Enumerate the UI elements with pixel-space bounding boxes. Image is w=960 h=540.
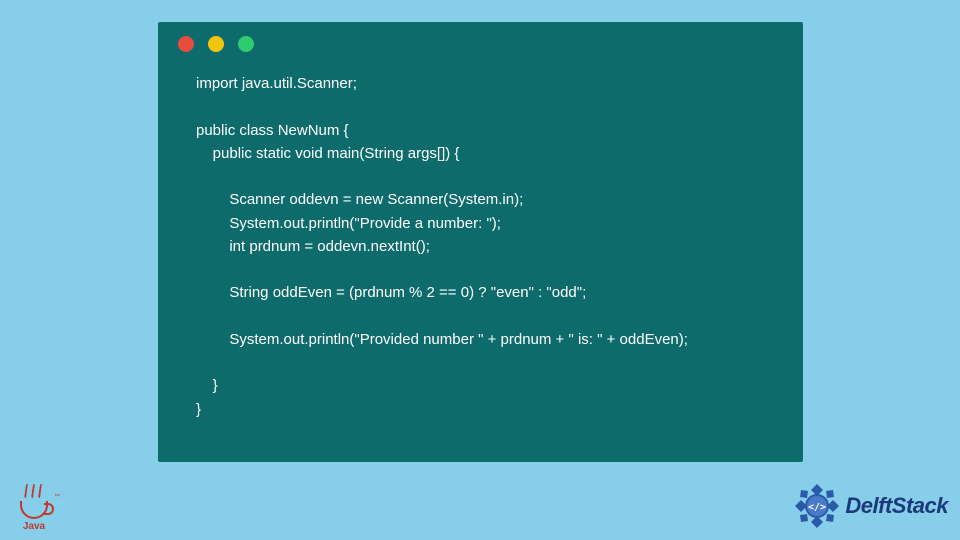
- svg-text:</>: </>: [808, 502, 826, 513]
- window-titlebar: [158, 22, 803, 60]
- brand-badge-icon: </>: [793, 482, 841, 530]
- java-logo: ™ Java: [12, 476, 56, 532]
- code-content: import java.util.Scanner; public class N…: [158, 60, 803, 441]
- brand-name: DelftStack: [845, 493, 948, 519]
- java-steam-icon: [25, 484, 43, 498]
- java-label: Java: [23, 521, 45, 532]
- maximize-icon[interactable]: [238, 36, 254, 52]
- brand-logo: </> DelftStack: [793, 482, 948, 530]
- minimize-icon[interactable]: [208, 36, 224, 52]
- java-cup-icon: [20, 501, 48, 519]
- trademark-text: ™: [54, 494, 60, 500]
- code-window: import java.util.Scanner; public class N…: [158, 22, 803, 462]
- close-icon[interactable]: [178, 36, 194, 52]
